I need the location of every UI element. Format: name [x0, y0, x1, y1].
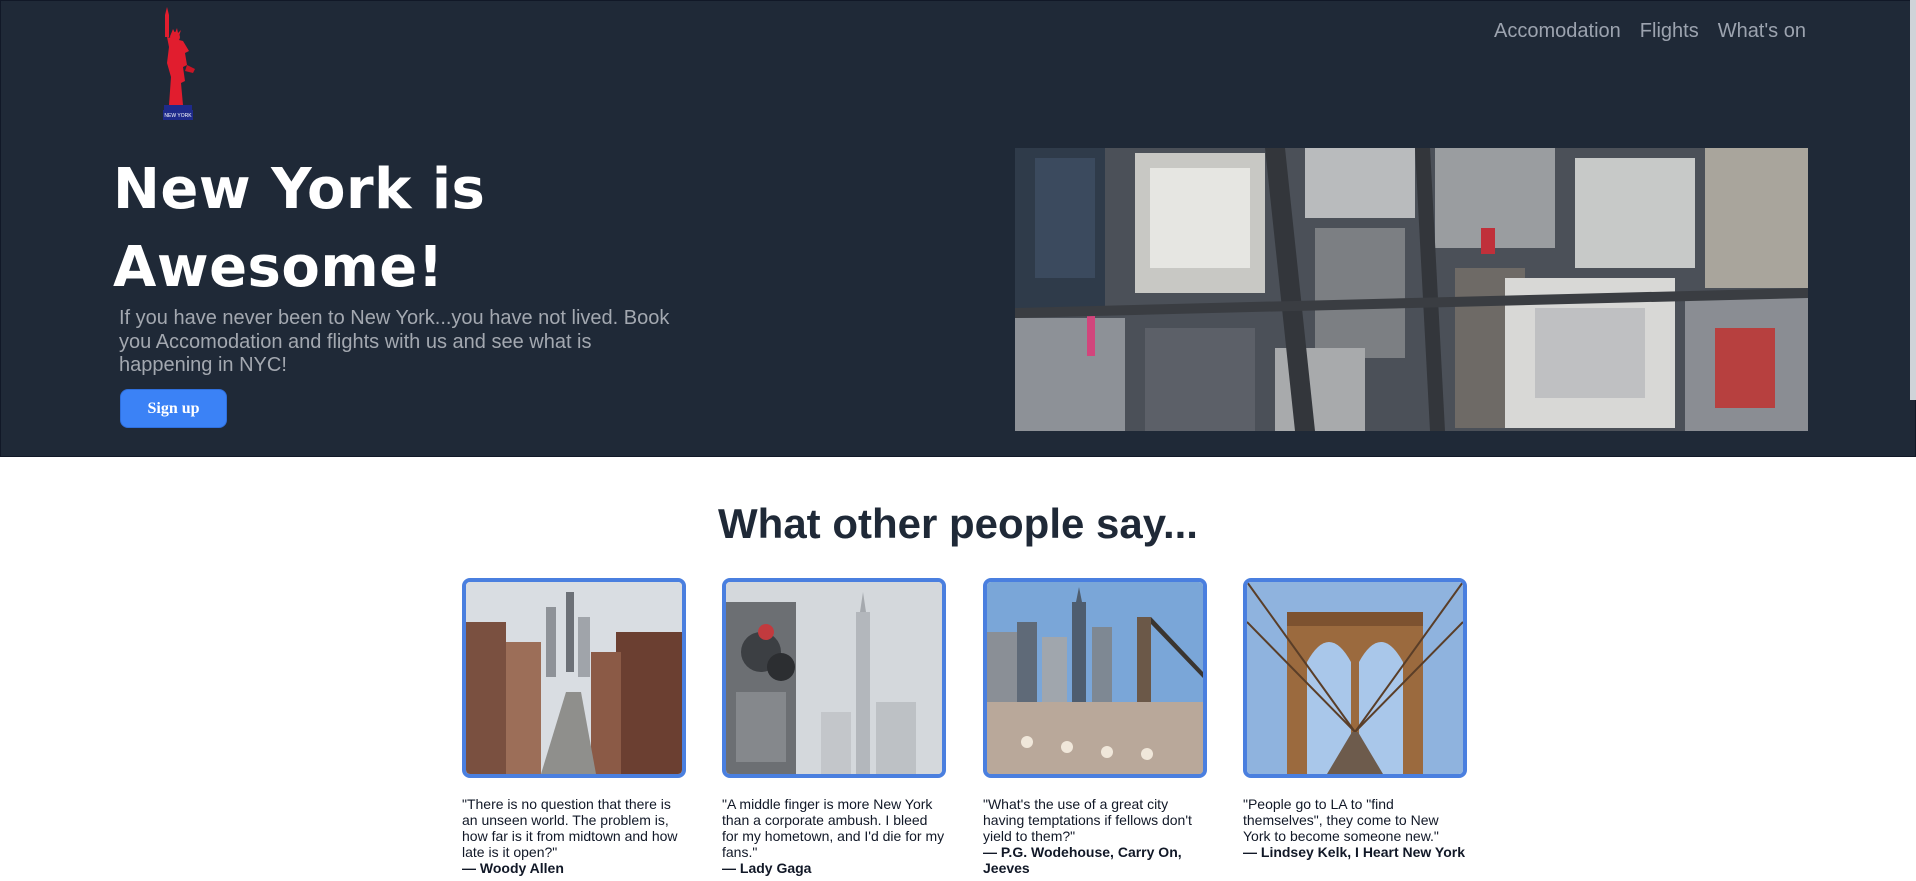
testimonials-title: What other people say...	[718, 500, 1198, 547]
main-nav: Accomodation Flights What's on	[1494, 20, 1806, 43]
aerial-city-photo	[1015, 148, 1808, 431]
testimonial-quote: "People go to LA to "find themselves", t…	[1243, 796, 1439, 844]
hero-lead-text: If you have never been to New York...you…	[119, 307, 670, 376]
nav-link-flights[interactable]: Flights	[1640, 20, 1699, 43]
testimonial-card: "A middle finger is more New York than a…	[722, 578, 946, 876]
headline-line-1: New York is	[113, 157, 486, 222]
testimonial-author: — Woody Allen	[462, 860, 564, 876]
street-view-photo	[462, 578, 686, 778]
hero-section: NEW YORK Accomodation Flights What's on …	[0, 0, 1916, 457]
nav-link-whats-on[interactable]: What's on	[1718, 20, 1806, 43]
page-scrollbar[interactable]	[1910, 0, 1916, 400]
headline-line-2: Awesome!	[113, 235, 444, 300]
nav-link-accomodation[interactable]: Accomodation	[1494, 20, 1621, 43]
testimonial-quote: "A middle finger is more New York than a…	[722, 796, 945, 860]
testimonial-quote: "What's the use of a great city having t…	[983, 796, 1192, 844]
statue-of-liberty-icon[interactable]: NEW YORK	[161, 7, 201, 123]
testimonial-card: "What's the use of a great city having t…	[983, 578, 1207, 876]
skyline-bridge-photo	[983, 578, 1207, 778]
testimonial-author: — P.G. Wodehouse, Carry On, Jeeves	[983, 844, 1182, 876]
testimonial-quote: "There is no question that there is an u…	[462, 796, 678, 860]
logo-text: NEW YORK	[164, 113, 192, 119]
testimonial-card: "There is no question that there is an u…	[462, 578, 686, 876]
binoculars-photo	[722, 578, 946, 778]
brooklyn-bridge-photo	[1243, 578, 1467, 778]
testimonial-author: — Lindsey Kelk, I Heart New York	[1243, 844, 1466, 860]
testimonial-card: "People go to LA to "find themselves", t…	[1243, 578, 1467, 860]
page-title: New York is Awesome!	[113, 151, 713, 307]
signup-button[interactable]: Sign up	[120, 389, 227, 428]
testimonial-author: — Lady Gaga	[722, 860, 812, 876]
